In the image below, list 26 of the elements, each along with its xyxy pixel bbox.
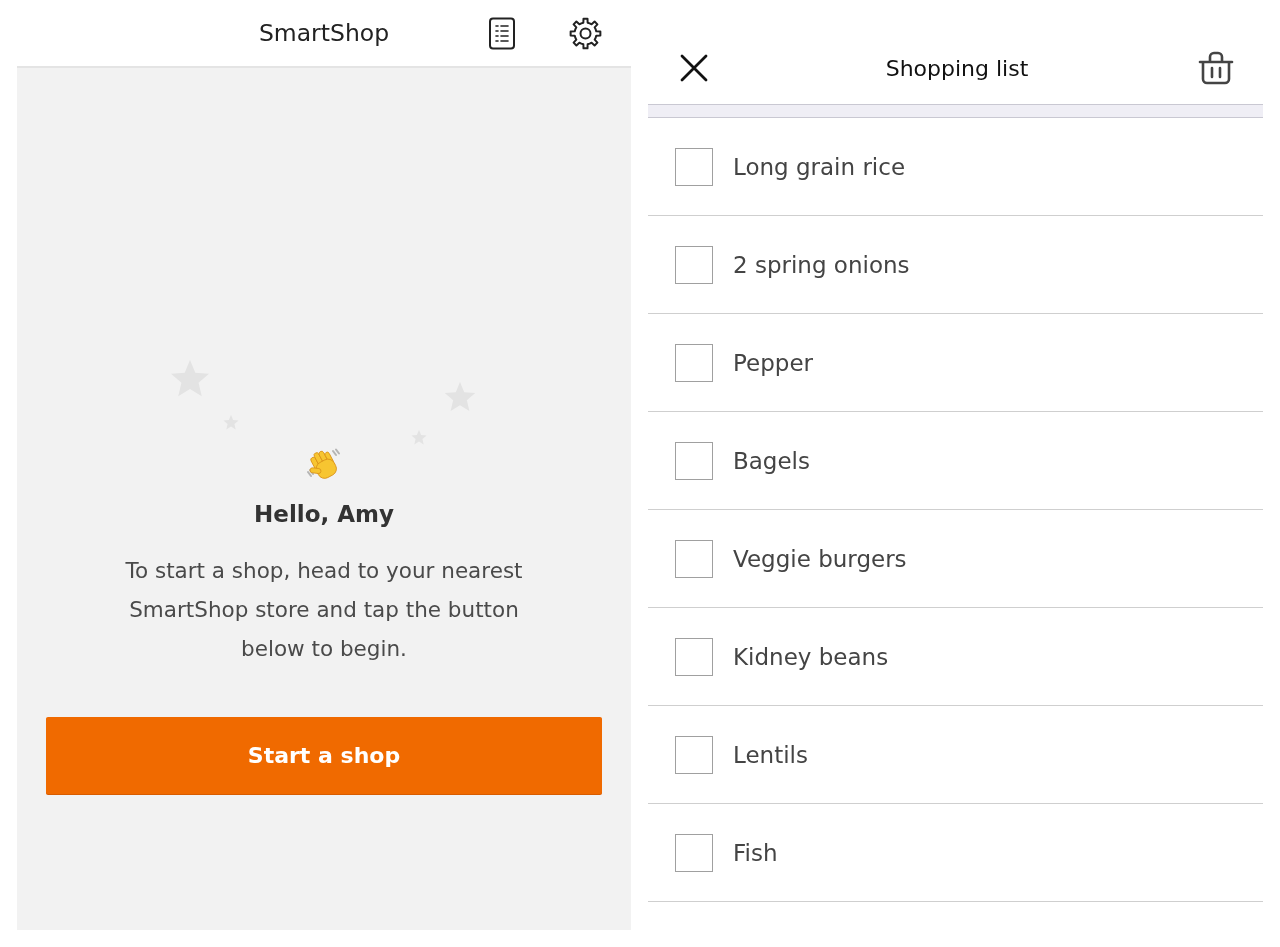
checkbox[interactable] xyxy=(675,245,713,284)
item-label: Fish xyxy=(733,839,778,866)
checklist-icon[interactable] xyxy=(488,16,516,50)
checkbox[interactable] xyxy=(675,833,713,872)
checkbox[interactable] xyxy=(675,441,713,480)
app-title: SmartShop xyxy=(258,19,390,47)
item-label: 2 spring onions xyxy=(733,251,910,278)
checkbox[interactable] xyxy=(675,735,713,774)
list-title: Shopping list xyxy=(885,55,1029,81)
welcome-message: To start a shop, head to your nearest SmartShop store and tap the button below to begin. xyxy=(124,557,524,663)
greeting: Hello, Amy xyxy=(254,500,394,529)
checkbox[interactable] xyxy=(675,343,713,382)
close-icon[interactable] xyxy=(680,54,708,82)
trash-icon[interactable] xyxy=(1198,50,1234,86)
item-label: Veggie burgers xyxy=(733,545,907,572)
waving-hand-icon xyxy=(305,448,343,482)
item-label: Bagels xyxy=(733,447,810,474)
item-label: Pepper xyxy=(733,349,813,376)
item-label: Kidney beans xyxy=(733,643,889,670)
checkbox[interactable] xyxy=(675,539,713,578)
checkbox[interactable] xyxy=(675,637,713,676)
item-label: Lentils xyxy=(733,741,808,768)
checkbox[interactable] xyxy=(675,147,713,186)
settings-icon[interactable] xyxy=(567,16,604,50)
item-label: Long grain rice xyxy=(733,153,906,180)
start-shop-button[interactable]: Start a shop xyxy=(46,717,602,794)
